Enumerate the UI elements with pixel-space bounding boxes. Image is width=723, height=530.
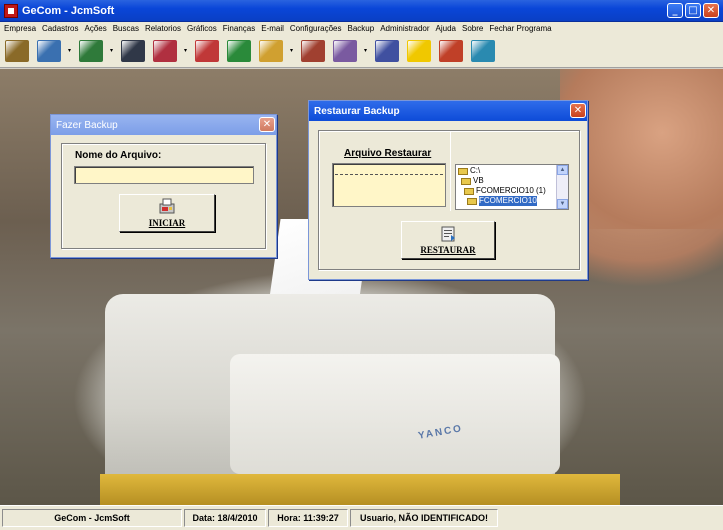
toolbar-button-calendar[interactable] — [436, 37, 466, 65]
handshake-icon — [37, 39, 61, 62]
toolbar-button-binoculars[interactable] — [118, 37, 148, 65]
menu-bar: Empresa Cadastros Ações Buscas Relatorio… — [0, 22, 723, 34]
close-button[interactable]: ✕ — [703, 3, 719, 18]
menu-financas[interactable]: Finanças — [223, 24, 255, 33]
backup-icon — [333, 39, 357, 62]
menu-empresa[interactable]: Empresa — [4, 24, 36, 33]
restore-button-label: RESTAURAR — [420, 245, 476, 255]
restore-file-label: Arquivo Restaurar — [344, 148, 432, 159]
folder-tree-item[interactable]: FCOMERCIO10 — [456, 196, 568, 206]
toolbar-button-chart[interactable] — [192, 37, 222, 65]
restore-icon — [441, 226, 455, 242]
admin-user-icon — [375, 39, 399, 62]
title-bar: GeCom - JcmSoft _ □ ✕ — [0, 0, 723, 22]
toolbar-dropdown-arrow-icon[interactable]: ▾ — [108, 47, 115, 54]
key-icon — [259, 39, 283, 62]
folder-tree-item[interactable]: C:\ — [456, 166, 568, 176]
money-icon — [227, 39, 251, 62]
folder-icon — [461, 177, 471, 185]
restore-button[interactable]: RESTAURAR — [401, 221, 495, 259]
restore-file-list-focus — [335, 174, 443, 175]
toolbar-button-backup[interactable] — [330, 37, 360, 65]
restore-dialog-close-button[interactable]: ✕ — [570, 103, 586, 118]
background-printer-front — [230, 354, 560, 474]
toolbar: ▾ ▾ ▾ ▾ ▾ — [0, 34, 723, 68]
cart-icon — [153, 39, 177, 62]
toolbar-button-help[interactable] — [404, 37, 434, 65]
calendar-icon — [439, 39, 463, 62]
calculator-icon — [79, 39, 103, 62]
toolbar-button-cart[interactable] — [150, 37, 180, 65]
folder-tree-item-label: FCOMERCIO10 — [479, 196, 537, 206]
window-title: GeCom - JcmSoft — [22, 4, 115, 17]
toolbar-dropdown-arrow-icon[interactable]: ▾ — [362, 47, 369, 54]
toolbar-dropdown-arrow-icon[interactable]: ▾ — [288, 47, 295, 54]
menu-relatorios[interactable]: Relatorios — [145, 24, 181, 33]
toolbar-button-tools[interactable] — [298, 37, 328, 65]
folder-tree[interactable]: C:\ VB FCOMERCIO10 (1) FCOMERCIO10 ▲ ▼ — [455, 164, 569, 210]
backup-dialog-title: Fazer Backup — [51, 115, 276, 135]
start-backup-label: INICIAR — [148, 218, 186, 228]
binoculars-icon — [121, 39, 145, 62]
backup-dialog-close-button[interactable]: ✕ — [259, 117, 275, 132]
menu-email[interactable]: E-mail — [261, 24, 284, 33]
toolbar-button-exit-door[interactable] — [468, 37, 498, 65]
toolbar-button-briefcase[interactable] — [2, 37, 32, 65]
chart-icon — [195, 39, 219, 62]
backup-start-icon — [159, 198, 175, 214]
menu-acoes[interactable]: Ações — [84, 24, 106, 33]
scroll-up-arrow[interactable]: ▲ — [557, 165, 568, 175]
menu-ajuda[interactable]: Ajuda — [436, 24, 456, 33]
folder-tree-item-label: FCOMERCIO10 (1) — [476, 186, 546, 195]
menu-administrador[interactable]: Administrador — [380, 24, 429, 33]
maximize-button[interactable]: □ — [685, 3, 701, 18]
filename-input[interactable] — [74, 166, 254, 184]
menu-fechar-programa[interactable]: Fechar Programa — [489, 24, 551, 33]
tools-icon — [301, 39, 325, 62]
exit-door-icon — [471, 39, 495, 62]
folder-tree-scrollbar[interactable]: ▲ ▼ — [556, 165, 568, 209]
folder-tree-item[interactable]: VB — [456, 176, 568, 186]
scroll-down-arrow[interactable]: ▼ — [557, 199, 568, 209]
help-icon — [407, 39, 431, 62]
folder-tree-rows: C:\ VB FCOMERCIO10 (1) FCOMERCIO10 — [456, 165, 568, 206]
restore-dialog-title: Restaurar Backup — [309, 101, 587, 121]
backup-dialog: Fazer Backup ✕ Nome do Arquivo: INICIAR — [50, 114, 277, 258]
toolbar-button-handshake[interactable] — [34, 37, 64, 65]
filename-label: Nome do Arquivo: — [75, 150, 162, 161]
app-icon — [4, 3, 18, 18]
toolbar-button-calculator[interactable] — [76, 37, 106, 65]
restore-file-list[interactable] — [332, 163, 446, 207]
toolbar-button-money[interactable] — [224, 37, 254, 65]
folder-tree-item-label: C:\ — [470, 166, 481, 175]
folder-icon — [467, 197, 477, 205]
folder-tree-item-label: VB — [473, 176, 484, 185]
status-date: Data: 18/4/2010 — [184, 509, 266, 527]
status-time: Hora: 11:39:27 — [268, 509, 348, 527]
restore-dialog: Restaurar Backup ✕ Arquivo Restaurar C:\… — [308, 100, 588, 280]
folder-tree-item[interactable]: FCOMERCIO10 (1) — [456, 186, 568, 196]
toolbar-dropdown-arrow-icon[interactable]: ▾ — [182, 47, 189, 54]
background-stand — [100, 474, 620, 505]
toolbar-button-admin-user[interactable] — [372, 37, 402, 65]
window-controls: _ □ ✕ — [667, 3, 719, 18]
restore-divider — [450, 131, 451, 211]
menu-buscas[interactable]: Buscas — [113, 24, 139, 33]
menu-configuracoes[interactable]: Configurações — [290, 24, 342, 33]
minimize-button[interactable]: _ — [667, 3, 683, 18]
folder-icon — [464, 187, 474, 195]
menu-cadastros[interactable]: Cadastros — [42, 24, 78, 33]
menu-backup[interactable]: Backup — [348, 24, 375, 33]
toolbar-dropdown-arrow-icon[interactable]: ▾ — [66, 47, 73, 54]
folder-icon — [458, 167, 468, 175]
menu-graficos[interactable]: Gráficos — [187, 24, 217, 33]
toolbar-button-key[interactable] — [256, 37, 286, 65]
briefcase-icon — [5, 39, 29, 62]
status-app: GeCom - JcmSoft — [2, 509, 182, 527]
menu-sobre[interactable]: Sobre — [462, 24, 483, 33]
start-backup-button[interactable]: INICIAR — [119, 194, 215, 232]
status-bar: GeCom - JcmSoft Data: 18/4/2010 Hora: 11… — [0, 505, 723, 530]
status-user: Usuario, NÃO IDENTIFICADO! — [350, 509, 498, 527]
